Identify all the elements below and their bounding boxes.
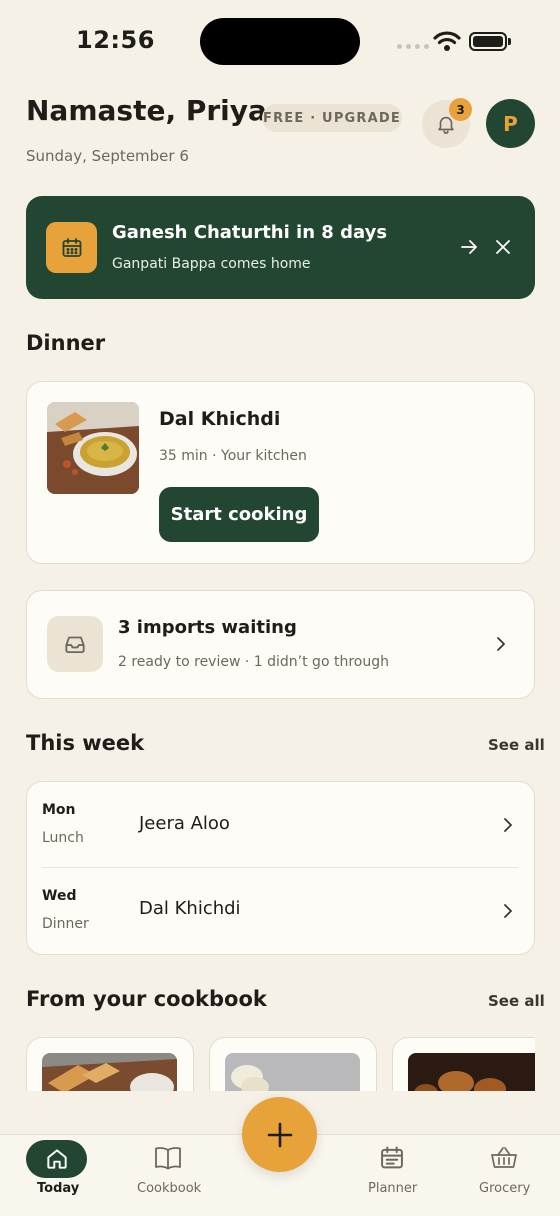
tab-today[interactable]: [26, 1140, 87, 1178]
cookbook-carousel[interactable]: [26, 1037, 535, 1091]
this-week-heading: This week: [26, 731, 145, 755]
upgrade-badge[interactable]: FREE · UPGRADE: [262, 104, 402, 132]
cookbook-heading: From your cookbook: [26, 987, 267, 1011]
add-button[interactable]: [242, 1097, 317, 1172]
imports-title: 3 imports waiting: [118, 617, 297, 638]
battery-icon: [469, 32, 507, 51]
recipe-image: [225, 1053, 360, 1091]
cookbook-recipe-card[interactable]: [392, 1037, 535, 1091]
dinner-dish-meta: 35 min · Your kitchen: [159, 448, 307, 464]
wifi-icon: [433, 30, 461, 56]
battery-tip: [508, 38, 511, 45]
cookbook-see-all-link[interactable]: See all: [488, 992, 545, 1010]
avatar[interactable]: P: [486, 99, 535, 148]
tab-cookbook-label[interactable]: Cookbook: [137, 1181, 201, 1196]
week-row-meal: Dinner: [42, 916, 89, 932]
book-icon[interactable]: [153, 1144, 183, 1176]
festival-title: Ganesh Chaturthi in 8 days: [112, 222, 388, 243]
dinner-dish-name: Dal Khichdi: [159, 408, 281, 430]
start-cooking-button[interactable]: Start cooking: [159, 487, 319, 542]
week-row-meal: Lunch: [42, 830, 84, 846]
recipe-image: [408, 1053, 535, 1091]
week-row-wed[interactable]: [26, 868, 535, 953]
inbox-icon: [47, 616, 103, 672]
chevron-right-icon: [494, 636, 508, 656]
dinner-heading: Dinner: [26, 331, 106, 355]
week-row-day: Wed: [42, 888, 77, 904]
plus-icon: [267, 1122, 292, 1147]
chevron-right-icon: [502, 817, 514, 837]
greeting-title: Namaste, Priya: [26, 94, 267, 127]
tab-planner-label[interactable]: Planner: [368, 1181, 417, 1196]
dynamic-island: [200, 18, 360, 65]
cookbook-recipe-card[interactable]: [209, 1037, 377, 1091]
status-time: 12:56: [76, 26, 155, 54]
calendar-icon[interactable]: [378, 1144, 406, 1176]
tab-today-label[interactable]: Today: [37, 1181, 79, 1196]
calendar-icon: [46, 222, 97, 273]
dish-image: [47, 402, 139, 494]
signal-icon: [397, 44, 429, 49]
recipe-image: [42, 1053, 177, 1091]
festival-subtitle: Ganpati Bappa comes home: [112, 256, 311, 272]
week-row-dish: Jeera Aloo: [139, 813, 230, 834]
chevron-right-icon: [502, 903, 514, 923]
cookbook-recipe-card[interactable]: [26, 1037, 194, 1091]
this-week-see-all-link[interactable]: See all: [488, 736, 545, 754]
tab-grocery-label[interactable]: Grocery: [479, 1181, 530, 1196]
date-label: Sunday, September 6: [26, 147, 189, 165]
arrow-right-icon[interactable]: [459, 237, 479, 261]
home-icon: [46, 1149, 67, 1169]
notification-count-badge: 3: [449, 98, 472, 121]
week-row-dish: Dal Khichdi: [139, 898, 241, 919]
week-row-mon[interactable]: [26, 783, 535, 867]
basket-icon[interactable]: [489, 1144, 519, 1176]
imports-subtitle: 2 ready to review · 1 didn’t go through: [118, 654, 389, 670]
week-row-day: Mon: [42, 802, 76, 818]
close-icon[interactable]: [494, 238, 512, 260]
